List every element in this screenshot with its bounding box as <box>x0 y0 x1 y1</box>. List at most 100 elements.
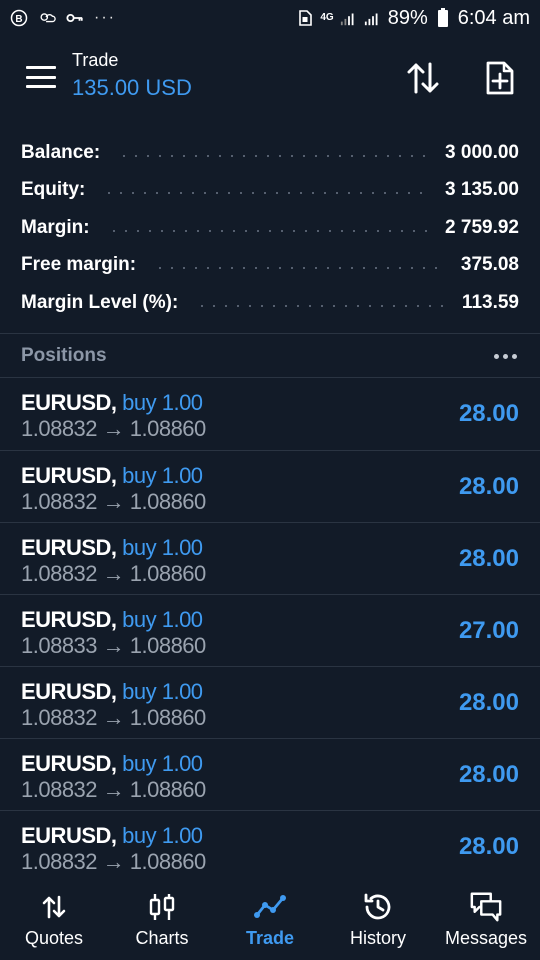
nav-trade[interactable]: Trade <box>216 880 324 960</box>
title-block: Trade 135.00 USD <box>72 50 192 101</box>
menu-icon-line <box>26 85 56 88</box>
signal-icon <box>340 9 358 27</box>
position-row[interactable]: EURUSD, buy 1.00 1.08832 → 1.08860 28.00 <box>0 522 540 594</box>
position-profit: 28.00 <box>458 689 519 716</box>
svg-text:B: B <box>15 14 22 25</box>
summary-label: Margin: <box>21 216 90 238</box>
position-side: buy 1.00 <box>122 463 203 488</box>
dotted-leader <box>154 267 443 270</box>
more-dot-icon <box>503 353 508 359</box>
position-profit: 28.00 <box>458 400 519 427</box>
summary-row-margin-level: Margin Level (%): 113.59 <box>0 284 540 322</box>
position-side: buy 1.00 <box>122 607 203 632</box>
menu-icon-line <box>26 75 56 79</box>
dotted-leader <box>107 229 428 232</box>
candlestick-icon <box>145 890 179 924</box>
trend-line-icon <box>253 890 287 924</box>
position-symbol: EURUSD, <box>21 823 117 848</box>
dotted-leader <box>103 192 428 195</box>
profit-total: 135.00 USD <box>72 75 192 100</box>
position-side: buy 1.00 <box>122 679 203 704</box>
position-profit: 27.00 <box>458 617 519 644</box>
position-prices: 1.08832 → 1.08860 <box>21 849 206 874</box>
position-profit: 28.00 <box>458 545 519 572</box>
network-type: 4G <box>320 12 334 23</box>
sim-card-icon <box>296 9 314 27</box>
position-row[interactable]: EURUSD, buy 1.00 1.08832 → 1.08860 28.00 <box>0 378 540 450</box>
position-prices: 1.08832 → 1.08860 <box>21 777 206 802</box>
summary-label: Balance: <box>21 141 101 163</box>
summary-label: Free margin: <box>21 254 137 276</box>
summary-row-balance: Balance: 3 000.00 <box>0 134 540 172</box>
nav-label: Charts <box>135 928 189 948</box>
key-icon <box>66 9 84 27</box>
dotted-leader <box>196 304 444 307</box>
position-prices: 1.08833 → 1.08860 <box>21 633 206 658</box>
clock: 6:04 am <box>457 6 530 29</box>
account-summary: Balance: 3 000.00 Equity: 3 135.00 Margi… <box>0 134 540 322</box>
history-clock-icon <box>361 890 395 924</box>
position-symbol: EURUSD, <box>21 607 117 632</box>
summary-value: 375.08 <box>460 254 519 276</box>
nav-label: Quotes <box>24 928 84 948</box>
menu-icon-line <box>26 66 56 69</box>
sort-button[interactable] <box>403 56 443 100</box>
more-dot-icon <box>494 353 499 359</box>
nav-messages[interactable]: Messages <box>432 880 540 960</box>
position-symbol: EURUSD, <box>21 535 117 560</box>
quotes-arrows-icon <box>37 890 71 924</box>
position-symbol: EURUSD, <box>21 390 117 415</box>
position-prices: 1.08832 → 1.08860 <box>21 705 206 730</box>
position-row[interactable]: EURUSD, buy 1.00 1.08832 → 1.08860 28.00 <box>0 738 540 810</box>
position-row[interactable]: EURUSD, buy 1.00 1.08833 → 1.08860 27.00 <box>0 594 540 666</box>
position-row[interactable]: EURUSD, buy 1.00 1.08832 → 1.08860 28.00 <box>0 666 540 738</box>
app-header: Trade 135.00 USD <box>0 40 540 120</box>
summary-label: Equity: <box>21 179 86 201</box>
position-side: buy 1.00 <box>122 751 203 776</box>
page-title: Trade <box>72 50 119 70</box>
new-order-button[interactable] <box>480 56 520 100</box>
position-prices: 1.08832 → 1.08860 <box>21 416 206 441</box>
more-options-button[interactable] <box>492 348 519 365</box>
nav-charts[interactable]: Charts <box>108 880 216 960</box>
position-side: buy 1.00 <box>122 390 203 415</box>
summary-value: 2 759.92 <box>445 216 519 238</box>
b-badge-icon: B <box>10 9 28 27</box>
dotted-leader <box>118 154 428 157</box>
nav-label: Messages <box>444 928 528 948</box>
summary-label: Margin Level (%): <box>21 291 179 313</box>
more-dot-icon <box>512 353 517 359</box>
position-prices: 1.08832 → 1.08860 <box>21 489 206 514</box>
more-notifications-icon: ··· <box>94 9 116 26</box>
nav-history[interactable]: History <box>324 880 432 960</box>
menu-button[interactable] <box>26 66 56 88</box>
battery-icon <box>434 8 452 27</box>
signal-icon-2 <box>364 9 382 27</box>
positions-header: Positions <box>0 334 540 378</box>
nav-label: Trade <box>245 928 295 948</box>
summary-row-margin: Margin: 2 759.92 <box>0 209 540 247</box>
positions-title: Positions <box>21 345 107 366</box>
summary-value: 3 135.00 <box>445 179 519 201</box>
summary-row-free-margin: Free margin: 375.08 <box>0 247 540 285</box>
battery-percent: 89% <box>387 6 428 29</box>
new-document-icon <box>486 61 514 95</box>
bottom-navigation: Quotes Charts Trade History Messages <box>0 880 540 960</box>
position-profit: 28.00 <box>458 473 519 500</box>
position-side: buy 1.00 <box>122 535 203 560</box>
weather-icon <box>38 9 56 27</box>
position-row[interactable]: EURUSD, buy 1.00 1.08832 → 1.08860 28.00 <box>0 810 540 882</box>
nav-label: History <box>349 928 406 948</box>
nav-quotes[interactable]: Quotes <box>0 880 108 960</box>
sort-arrows-icon <box>407 62 439 94</box>
position-profit: 28.00 <box>458 833 519 860</box>
position-row[interactable]: EURUSD, buy 1.00 1.08832 → 1.08860 28.00 <box>0 450 540 522</box>
summary-value: 113.59 <box>461 291 519 313</box>
position-profit: 28.00 <box>458 761 519 788</box>
positions-list: EURUSD, buy 1.00 1.08832 → 1.08860 28.00… <box>0 378 540 882</box>
position-symbol: EURUSD, <box>21 679 117 704</box>
chat-bubbles-icon <box>469 890 503 924</box>
position-symbol: EURUSD, <box>21 463 117 488</box>
summary-row-equity: Equity: 3 135.00 <box>0 172 540 210</box>
position-symbol: EURUSD, <box>21 751 117 776</box>
